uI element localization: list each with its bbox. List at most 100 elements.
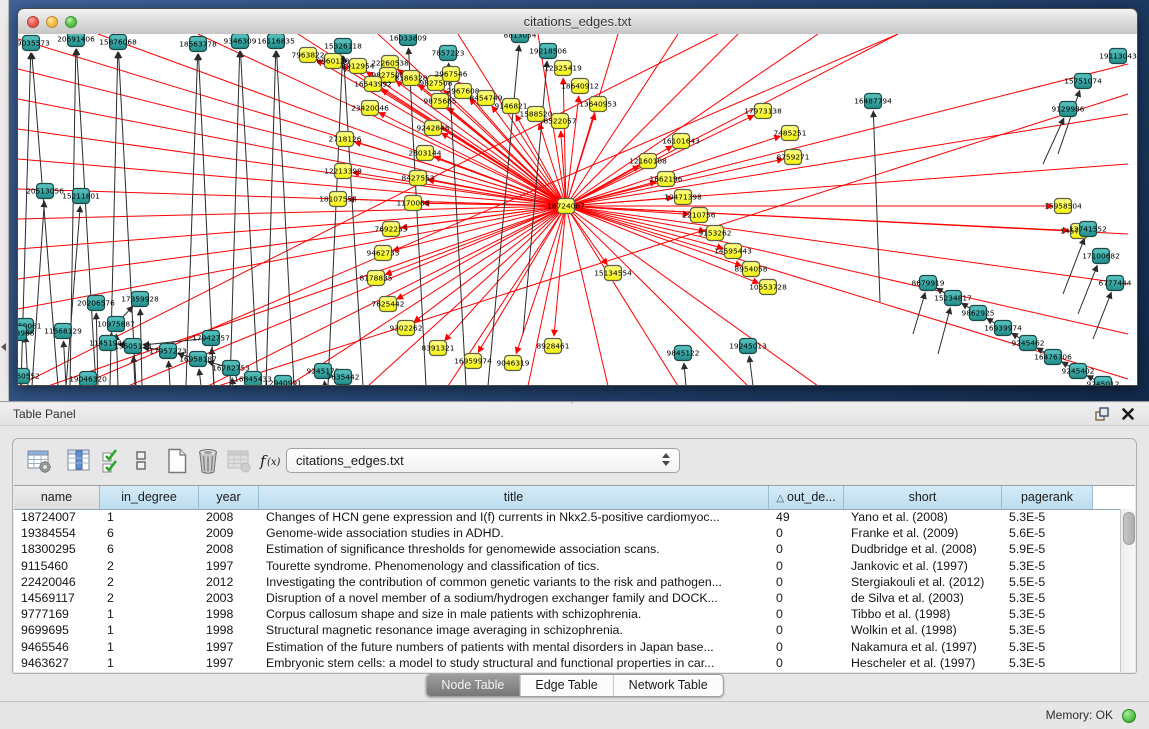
cell-title[interactable]: Structural magnetic resonance image aver…: [259, 622, 769, 638]
network-node[interactable]: 17100682: [1082, 249, 1120, 264]
cell-short[interactable]: Dudbridge et al. (2008): [844, 541, 1002, 557]
network-node[interactable]: 1170066: [397, 196, 430, 211]
network-node[interactable]: 15134554: [594, 266, 632, 281]
cell-pagerank[interactable]: 5.3E-5: [1002, 590, 1093, 606]
network-node[interactable]: 3913988: [18, 326, 35, 341]
cell-title[interactable]: Tourette syndrome. Phenomenology and cla…: [259, 558, 769, 574]
network-canvas[interactable]: 7963822896012889129542226053898275051654…: [18, 34, 1137, 385]
network-node[interactable]: 19035573: [18, 36, 50, 51]
cell-in_degree[interactable]: 1: [100, 509, 199, 525]
cell-short[interactable]: Hescheler et al. (1997): [844, 655, 1002, 671]
network-node[interactable]: 7485251: [774, 126, 807, 141]
cell-in_degree[interactable]: 1: [100, 655, 199, 671]
cell-out_de[interactable]: 0: [769, 639, 844, 655]
network-node[interactable]: 9302262: [390, 321, 423, 336]
cell-in_degree[interactable]: 2: [100, 590, 199, 606]
network-node[interactable]: 9046319: [497, 356, 530, 371]
cell-year[interactable]: 1998: [199, 622, 259, 638]
tab-node-table[interactable]: Node Table: [426, 675, 519, 696]
left-splitter-strip[interactable]: [0, 0, 9, 401]
memory-ok-indicator[interactable]: [1122, 709, 1136, 723]
network-node[interactable]: 12160108: [629, 154, 667, 169]
column-header-out_de[interactable]: △out_de...: [769, 486, 844, 509]
cell-name[interactable]: 9463627: [14, 655, 100, 671]
network-node[interactable]: 8679919: [912, 276, 945, 291]
cell-year[interactable]: 2009: [199, 525, 259, 541]
cell-in_degree[interactable]: 2: [100, 558, 199, 574]
network-node[interactable]: 8178835: [360, 271, 393, 286]
function-builder-icon[interactable]: f (x): [259, 447, 283, 475]
network-node[interactable]: 9129986: [1052, 102, 1085, 117]
cell-in_degree[interactable]: 6: [100, 525, 199, 541]
network-node[interactable]: 8391321: [422, 341, 455, 356]
network-node[interactable]: 17359928: [121, 292, 159, 307]
network-node[interactable]: 7857223: [432, 46, 465, 61]
cell-out_de[interactable]: 0: [769, 558, 844, 574]
cell-title[interactable]: Genome-wide association studies in ADHD.: [259, 525, 769, 541]
cell-out_de[interactable]: 0: [769, 622, 844, 638]
cell-pagerank[interactable]: 5.3E-5: [1002, 639, 1093, 655]
network-node[interactable]: 18563778: [179, 37, 217, 52]
network-node[interactable]: 8928461: [537, 339, 570, 354]
cell-name[interactable]: 9465546: [14, 639, 100, 655]
cell-in_degree[interactable]: 1: [100, 639, 199, 655]
network-node[interactable]: 9462735: [367, 246, 400, 261]
cell-in_degree[interactable]: 1: [100, 622, 199, 638]
network-node[interactable]: 1662196: [650, 172, 683, 187]
cell-name[interactable]: 9115460: [14, 558, 100, 574]
network-node[interactable]: 9153262: [699, 226, 732, 241]
cell-year[interactable]: 1997: [199, 558, 259, 574]
cell-pagerank[interactable]: 5.6E-5: [1002, 525, 1093, 541]
network-node[interactable]: 7692233: [375, 222, 408, 237]
network-node[interactable]: 9346309: [224, 34, 257, 49]
network-node[interactable]: 19046320: [69, 372, 107, 386]
table-row[interactable]: 946362711997Embryonic stem cells: a mode…: [14, 655, 1120, 671]
network-view-window[interactable]: citations_edges.txt 79638228960128891295…: [17, 8, 1138, 386]
network-node[interactable]: 20206576: [77, 296, 115, 311]
network-node[interactable]: 11568129: [44, 324, 82, 339]
cell-title[interactable]: Changes of HCN gene expression and I(f) …: [259, 509, 769, 525]
column-header-name[interactable]: name: [14, 486, 100, 509]
cell-name[interactable]: 14569117: [14, 590, 100, 606]
network-node[interactable]: 15234817: [934, 291, 972, 306]
network-node[interactable]: 15876068: [99, 35, 137, 50]
network-node[interactable]: 10471398: [664, 190, 702, 205]
network-node[interactable]: 25260552: [18, 369, 40, 384]
network-node[interactable]: 17973138: [744, 104, 782, 119]
merge-rows-icon[interactable]: [133, 447, 149, 475]
network-node[interactable]: 10975887: [97, 317, 135, 332]
network-node[interactable]: 15326118: [324, 39, 362, 54]
column-header-in_degree[interactable]: in_degree: [100, 486, 199, 509]
network-node[interactable]: 10553728: [749, 280, 787, 295]
network-node[interactable]: 15751074: [1064, 74, 1102, 89]
cell-out_de[interactable]: 49: [769, 509, 844, 525]
table-row[interactable]: 911546021997Tourette syndrome. Phenomeno…: [14, 558, 1120, 574]
network-node[interactable]: 12325419: [544, 61, 582, 76]
cell-short[interactable]: Franke et al. (2009): [844, 525, 1002, 541]
cell-pagerank[interactable]: 5.9E-5: [1002, 541, 1093, 557]
cell-out_de[interactable]: 0: [769, 655, 844, 671]
cell-title[interactable]: Corpus callosum shape and size in male p…: [259, 606, 769, 622]
table-row[interactable]: 969969511998Structural magnetic resonanc…: [14, 622, 1120, 638]
tab-network-table[interactable]: Network Table: [613, 675, 723, 696]
cell-year[interactable]: 2008: [199, 541, 259, 557]
table-row[interactable]: 1872400712008Changes of HCN gene express…: [14, 509, 1120, 525]
close-icon[interactable]: [1121, 407, 1135, 421]
cell-title[interactable]: Estimation of the future numbers of pati…: [259, 639, 769, 655]
column-header-pagerank[interactable]: pagerank: [1002, 486, 1093, 509]
cell-out_de[interactable]: 0: [769, 590, 844, 606]
cell-short[interactable]: Wolkin et al. (1998): [844, 622, 1002, 638]
delete-table-icon[interactable]: [194, 447, 222, 475]
cell-short[interactable]: de Silva et al. (2003): [844, 590, 1002, 606]
cell-pagerank[interactable]: 5.3E-5: [1002, 509, 1093, 525]
network-node[interactable]: 15211801: [62, 189, 100, 204]
cell-out_de[interactable]: 0: [769, 606, 844, 622]
network-node[interactable]: 16101643: [662, 134, 700, 149]
network-node[interactable]: 8813054: [504, 34, 537, 43]
tab-edge-table[interactable]: Edge Table: [519, 675, 612, 696]
cell-name[interactable]: 18724007: [14, 509, 100, 525]
network-node[interactable]: 19218506: [529, 44, 567, 59]
cell-short[interactable]: Stergiakouli et al. (2012): [844, 574, 1002, 590]
table-settings-icon[interactable]: [25, 447, 53, 475]
network-node[interactable]: 6777444: [1099, 276, 1132, 291]
